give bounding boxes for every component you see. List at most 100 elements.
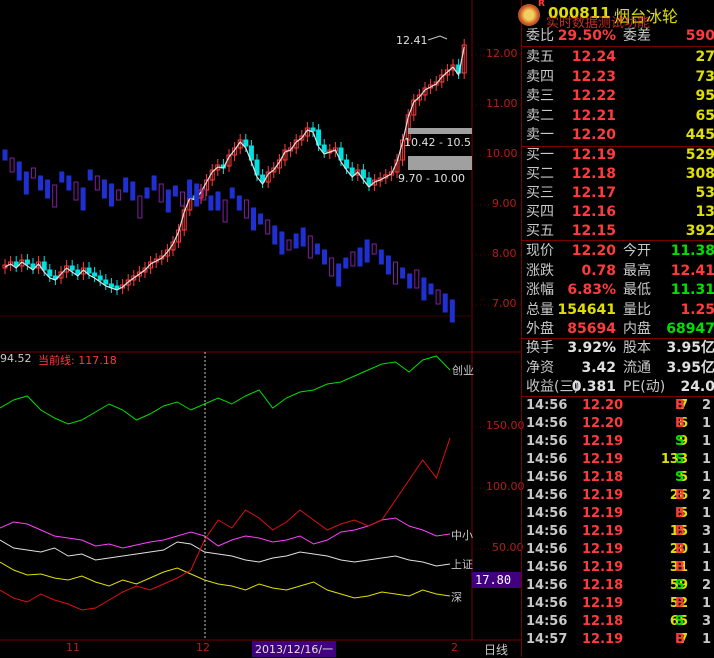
bid-label: 买四 <box>526 204 554 220</box>
stat-label: 现价 <box>526 243 554 259</box>
cursor-value-badge: 17.80 <box>472 572 521 588</box>
stat-label: 总量 <box>526 301 554 318</box>
tick-count: 1 <box>702 434 712 449</box>
volume-bar <box>45 179 51 199</box>
fund-label: PE(动) <box>623 379 666 395</box>
sub-left-value: 94.52 <box>0 352 32 365</box>
price-axis-label: 10.00 <box>486 147 518 160</box>
ask-qty: 65 <box>695 107 714 124</box>
tick-price: 12.19 <box>582 596 624 611</box>
range-box-lower <box>408 156 472 170</box>
fund-label: 换手 <box>526 340 554 356</box>
tick-time: 14:56 <box>526 506 568 521</box>
tick-row: 14:56 12.20 6 B 1 <box>526 415 714 433</box>
tick-side: B <box>675 506 685 521</box>
high-marker-arrow <box>427 35 448 41</box>
tick-row: 14:56 12.18 65 S 3 <box>526 613 714 631</box>
fund-row: 收益(三) 0.381 PE(动) 24.0 <box>526 377 714 397</box>
volume-bar <box>187 179 193 199</box>
bid-label: 买三 <box>526 185 554 201</box>
candle-down <box>86 267 92 274</box>
candle-down <box>310 127 316 132</box>
volume-bar <box>279 231 285 255</box>
ask-qty: 27 <box>695 49 714 65</box>
volume-bar <box>94 175 100 191</box>
bid-qty: 308 <box>685 166 714 182</box>
fund-value: 3.42 <box>581 359 616 376</box>
tick-time: 14:56 <box>526 614 568 629</box>
tick-count: 1 <box>702 452 712 467</box>
volume-bar <box>336 263 342 287</box>
header-bar: R 000811 烟台冰轮 实时数据测试功能 <box>518 0 714 31</box>
x-axis-date-cursor: 2013/12/16/一 <box>252 641 337 657</box>
volume-bar <box>251 207 256 231</box>
fund-value: 3.92% <box>567 340 616 356</box>
tick-count: 2 <box>702 488 712 503</box>
price-axis-label: 11.00 <box>486 97 518 110</box>
x-axis-label: 2 <box>451 641 458 654</box>
fund-row: 净资 3.42 流通 3.95亿 <box>526 358 714 378</box>
volume-bar <box>300 227 306 247</box>
volume-bar <box>52 184 58 208</box>
tick-time: 14:56 <box>526 560 568 575</box>
candle-down <box>344 159 350 169</box>
tick-count: 1 <box>702 416 712 431</box>
volume-bar <box>130 181 136 201</box>
kline-chart[interactable] <box>0 0 521 657</box>
volume-bar <box>286 239 292 251</box>
price-axis-label: 12.00 <box>486 47 518 60</box>
stat-label: 涨幅 <box>526 282 554 298</box>
volume-bar <box>30 167 36 179</box>
volume-bar <box>258 213 264 225</box>
range-label-upper: 10.42 - 10.5 <box>404 136 471 149</box>
candle-down <box>114 285 120 290</box>
volume-bar <box>236 195 242 211</box>
volume-bar <box>243 199 249 219</box>
candle-down <box>366 177 372 186</box>
diff-value: 590 <box>685 28 714 44</box>
volume-bar <box>229 187 235 199</box>
stat-label: 外盘 <box>526 321 554 337</box>
order-ratio-row: 委比 29.50% 委差 590 <box>526 26 714 46</box>
tick-time: 14:56 <box>526 542 568 557</box>
bid-row: 买五 12.15 392 <box>526 221 714 241</box>
tick-count: 1 <box>702 506 712 521</box>
series-line-shangzheng <box>0 539 451 567</box>
candle-down <box>103 279 109 285</box>
bid-label: 买五 <box>526 223 554 239</box>
price-axis-label: 9.00 <box>492 197 517 210</box>
bid-price: 12.18 <box>571 166 616 182</box>
volume-bar <box>350 251 356 267</box>
sub-axis-label: 100.00 <box>486 480 525 493</box>
period-button[interactable]: 日线 <box>484 641 508 658</box>
volume-bar <box>116 189 122 201</box>
bid-row: 买一 12.19 529 <box>526 145 714 165</box>
tick-side: S <box>675 434 685 449</box>
volume-bar <box>208 195 214 211</box>
tick-side: B <box>675 416 685 431</box>
ask-row: 卖一 12.20 445 <box>526 125 714 145</box>
ask-qty: 73 <box>695 68 714 85</box>
volume-bar <box>215 191 221 211</box>
volume-bar <box>80 187 86 211</box>
tick-count: 1 <box>702 542 712 557</box>
tick-side: B <box>675 596 685 611</box>
volume-bar <box>265 219 271 235</box>
ask-qty: 95 <box>695 88 714 104</box>
series-label-shangzheng: 上证 <box>451 558 473 571</box>
tick-count: 1 <box>702 632 712 647</box>
ask-label: 卖三 <box>526 88 554 104</box>
fund-label: 净资 <box>526 359 554 376</box>
tick-price: 12.18 <box>582 470 624 485</box>
bid-qty: 392 <box>685 223 714 239</box>
x-axis-label: 12 <box>196 641 210 654</box>
series-line-current <box>0 437 451 611</box>
quote-panel: R 000811 烟台冰轮 实时数据测试功能 委比 29.50% 委差 590 … <box>518 0 714 657</box>
chart-area[interactable]: 12.00 11.00 10.00 9.00 8.00 7.00 12.41 1… <box>0 0 525 658</box>
ask-row: 卖五 12.24 27 <box>526 47 714 67</box>
volume-bar <box>165 189 171 213</box>
volume-bar <box>371 243 377 255</box>
stat-value: 12.41 <box>670 262 714 279</box>
volume-bar <box>38 175 43 191</box>
stat-label: 量比 <box>623 301 651 318</box>
